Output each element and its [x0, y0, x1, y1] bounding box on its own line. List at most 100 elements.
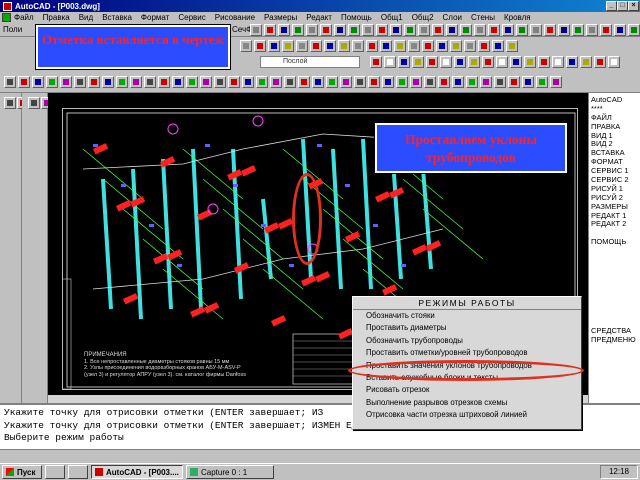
toolbar-button[interactable] — [398, 56, 410, 68]
toolbar-button[interactable] — [566, 56, 578, 68]
toolbar-button[interactable] — [158, 76, 170, 88]
toolbar-button[interactable] — [524, 56, 536, 68]
toolbar-button[interactable] — [130, 76, 142, 88]
toolbar-button[interactable] — [172, 76, 184, 88]
toolbar-button[interactable] — [614, 24, 626, 36]
toolbar-button[interactable] — [412, 56, 424, 68]
toolbar-button[interactable] — [478, 40, 490, 52]
toolbar-button[interactable] — [594, 56, 606, 68]
work-mode-item[interactable]: Выполнение разрывов отрезков схемы — [353, 397, 581, 409]
toolbar-button[interactable] — [270, 76, 282, 88]
toolbar-button[interactable] — [544, 24, 556, 36]
toolbar-button[interactable] — [440, 56, 452, 68]
work-mode-item[interactable]: Отрисовка части отрезка штриховой линией — [353, 409, 581, 421]
menu-item[interactable]: Размеры — [264, 13, 297, 22]
toolbar-button[interactable] — [494, 76, 506, 88]
toolbar-button[interactable] — [572, 24, 584, 36]
menu-item[interactable]: Вставка — [102, 13, 132, 22]
toolbar-button[interactable] — [370, 56, 382, 68]
document-icon[interactable] — [2, 13, 11, 22]
toolbar-button[interactable] — [536, 76, 548, 88]
toolbar-button[interactable] — [326, 76, 338, 88]
toolbar-button[interactable] — [250, 24, 262, 36]
toolbar-button[interactable] — [264, 24, 276, 36]
task-autocad[interactable]: AutoCAD - [P003.... — [91, 465, 183, 479]
toolbar-button[interactable] — [424, 76, 436, 88]
toolbar-button[interactable] — [468, 56, 480, 68]
menu-item[interactable]: Правка — [43, 13, 70, 22]
toolbar-button[interactable] — [320, 24, 332, 36]
toolbar-button[interactable] — [144, 76, 156, 88]
toolbar-button[interactable] — [538, 56, 550, 68]
layer-dropdown[interactable]: Послой — [260, 56, 360, 68]
toolbar-button[interactable] — [436, 40, 448, 52]
menu-item[interactable]: Сервис — [178, 13, 205, 22]
toolbar-button[interactable] — [240, 40, 252, 52]
toolbar-button[interactable] — [608, 56, 620, 68]
toolbar-button[interactable] — [390, 24, 402, 36]
toolbar-button[interactable] — [312, 76, 324, 88]
toolbar-button[interactable] — [74, 76, 86, 88]
minimize-button[interactable]: _ — [606, 1, 617, 11]
toolbar-button[interactable] — [366, 40, 378, 52]
toolbar-button[interactable] — [454, 56, 466, 68]
menu-item[interactable]: Общ1 — [381, 13, 403, 22]
screen-menu-item[interactable]: ПРЕДМЕНЮ — [591, 335, 638, 345]
toolbar-button[interactable] — [282, 40, 294, 52]
work-mode-item[interactable]: Проставить отметки/уровней трубопроводов — [353, 347, 581, 359]
toolbar-button[interactable] — [60, 76, 72, 88]
toolbar-button[interactable] — [324, 40, 336, 52]
toolbar-button[interactable] — [354, 76, 366, 88]
toolbar-button[interactable] — [438, 76, 450, 88]
work-mode-item[interactable]: Обозначить трубопроводы — [353, 335, 581, 347]
toolbar-button[interactable] — [506, 40, 518, 52]
toolbar-button[interactable] — [32, 76, 44, 88]
toolbar-button[interactable] — [382, 76, 394, 88]
quicklaunch-icon[interactable] — [68, 465, 88, 479]
toolbar-button[interactable] — [550, 76, 562, 88]
toolbar-button[interactable] — [256, 76, 268, 88]
toolbar-button[interactable] — [338, 40, 350, 52]
toolbar-button[interactable] — [508, 76, 520, 88]
toolbar-button[interactable] — [348, 24, 360, 36]
menu-item[interactable]: Общ2 — [412, 13, 434, 22]
toolbar-button[interactable] — [496, 56, 508, 68]
toolbar-button[interactable] — [88, 76, 100, 88]
toolbar-button[interactable] — [460, 24, 472, 36]
toolbar-button[interactable] — [278, 24, 290, 36]
toolbar-button[interactable] — [492, 40, 504, 52]
toolbar-button[interactable] — [296, 40, 308, 52]
toolbar-button[interactable] — [522, 76, 534, 88]
toolbar-button[interactable] — [200, 76, 212, 88]
toolbar-button[interactable] — [368, 76, 380, 88]
toolbar-button[interactable] — [502, 24, 514, 36]
toolbar-button[interactable] — [410, 76, 422, 88]
toolbar-button[interactable] — [510, 56, 522, 68]
menu-item[interactable]: Файл — [14, 13, 34, 22]
close-button[interactable]: × — [628, 1, 639, 11]
toolbar-button[interactable] — [586, 24, 598, 36]
toolbar-button[interactable] — [284, 76, 296, 88]
menu-item[interactable]: Рисование — [215, 13, 255, 22]
maximize-button[interactable]: □ — [617, 1, 628, 11]
toolbar-button[interactable] — [310, 40, 322, 52]
toolbar-button[interactable] — [46, 76, 58, 88]
toolbar-button[interactable] — [432, 24, 444, 36]
toolbar-button[interactable] — [268, 40, 280, 52]
toolbar-button[interactable] — [418, 24, 430, 36]
toolbar-button[interactable] — [292, 24, 304, 36]
menu-item[interactable]: Вид — [79, 13, 93, 22]
menu-item[interactable]: Редакт — [306, 13, 332, 22]
toolbar-button[interactable] — [4, 76, 16, 88]
toolbar-button[interactable] — [558, 24, 570, 36]
quicklaunch-icon[interactable] — [45, 465, 65, 479]
toolbar-button[interactable] — [452, 76, 464, 88]
toolbar-button[interactable] — [426, 56, 438, 68]
toolbar-button[interactable] — [422, 40, 434, 52]
toolbar-button[interactable] — [628, 24, 640, 36]
draw-tool-button[interactable] — [4, 97, 16, 109]
toolbar-button[interactable] — [408, 40, 420, 52]
toolbar-button[interactable] — [466, 76, 478, 88]
toolbar-button[interactable] — [580, 56, 592, 68]
toolbar-button[interactable] — [306, 24, 318, 36]
